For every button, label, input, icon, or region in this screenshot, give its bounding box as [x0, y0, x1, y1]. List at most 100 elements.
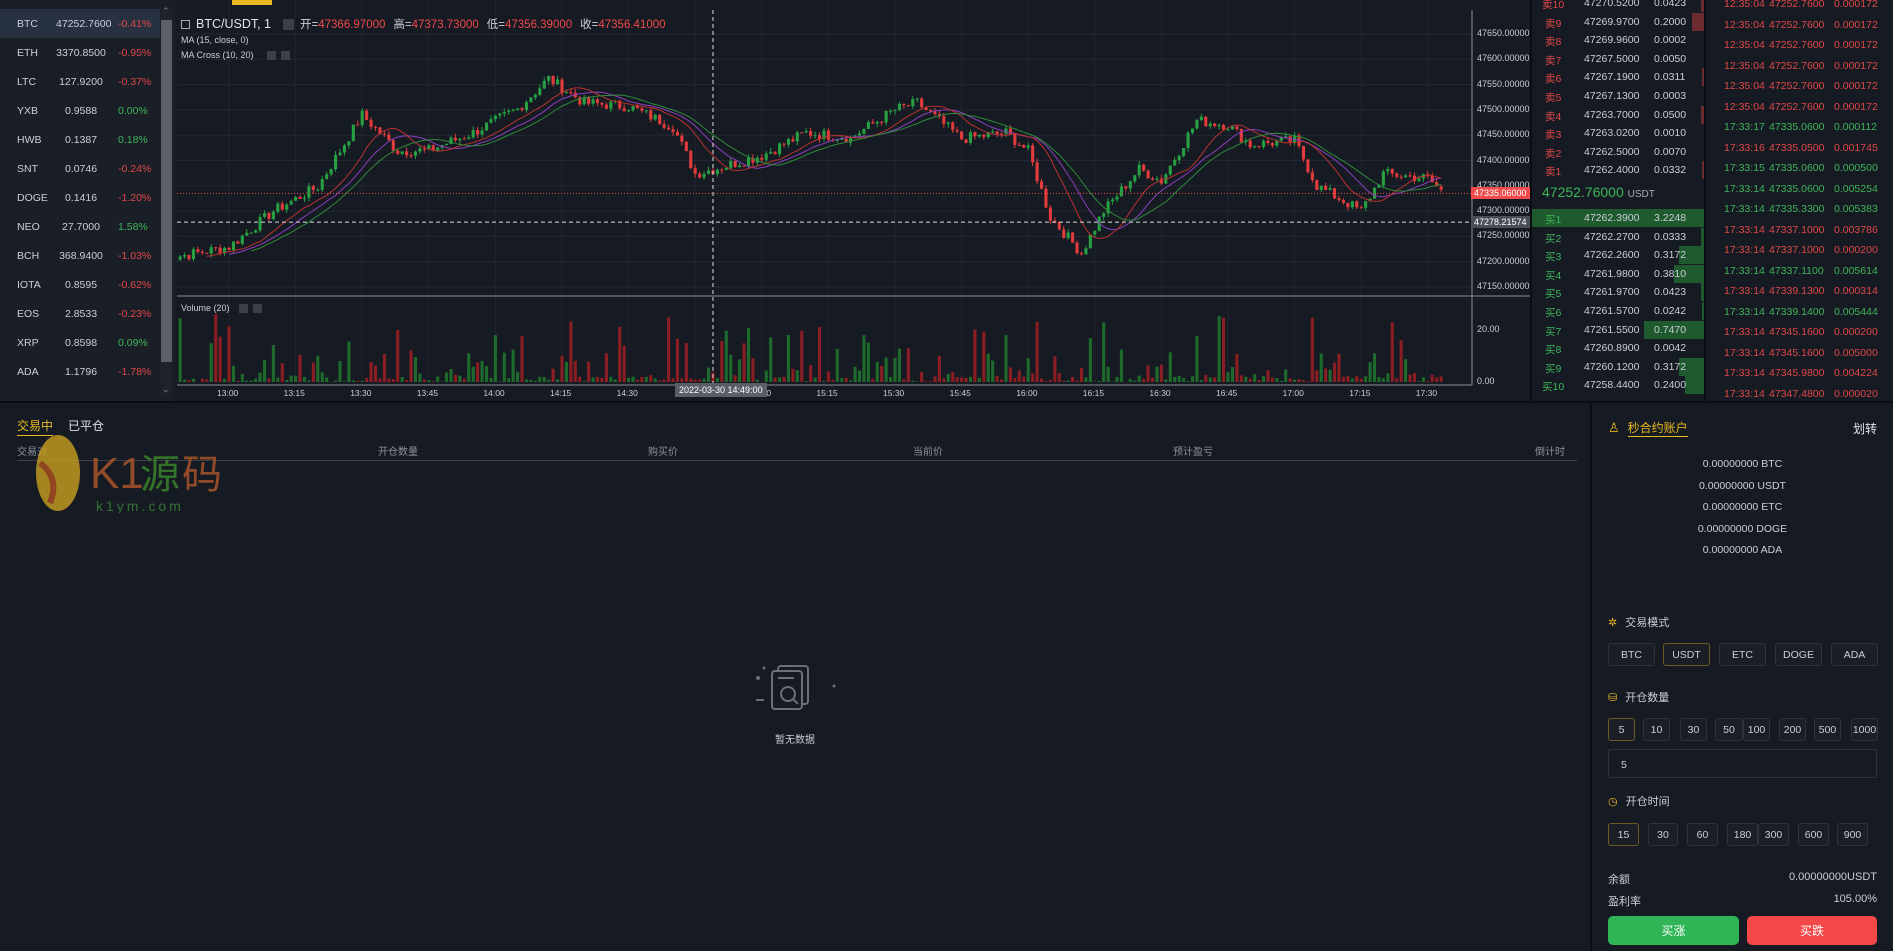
market-row-neo[interactable]: NEO 27.7000 1.58% [0, 212, 160, 241]
times-option-900[interactable]: 900 [1837, 823, 1868, 846]
buy-down-button[interactable]: 买跌 [1747, 916, 1877, 945]
candle-body [1044, 188, 1048, 208]
amounts-option-500[interactable]: 500 [1814, 718, 1841, 741]
settings-icon[interactable] [283, 18, 295, 30]
market-row-doge[interactable]: DOGE 0.1416 -1.20% [0, 183, 160, 212]
close-icon[interactable] [252, 303, 262, 313]
ask-row[interactable]: 卖10 47270.5200 0.0423 [1532, 0, 1704, 12]
tab-closed[interactable]: 已平仓 [68, 417, 104, 434]
bid-row[interactable]: 买3 47262.2600 0.3172 [1532, 246, 1704, 265]
volume-bar [369, 362, 373, 382]
trade-time: 12:35:04 [1724, 59, 1765, 72]
candle-body [413, 151, 418, 156]
market-row-btc[interactable]: BTC 47252.7600 -0.41% [0, 9, 160, 38]
ask-row[interactable]: 卖1 47262.4000 0.0332 [1532, 161, 1704, 180]
level-label: 买7 [1545, 325, 1562, 338]
time-tick-label: 13:00 [217, 388, 239, 398]
chart-canvas[interactable] [160, 0, 1530, 402]
amounts-option-5[interactable]: 5 [1608, 718, 1635, 741]
settings-icon[interactable] [266, 50, 276, 60]
volume-bar [1102, 322, 1106, 382]
trade-price: 47339.1400 [1769, 305, 1825, 318]
bid-row[interactable]: 买8 47260.8900 0.0042 [1532, 339, 1704, 358]
volume-bar [1057, 373, 1061, 382]
times-option-300[interactable]: 300 [1758, 823, 1789, 846]
modes-option-ADA[interactable]: ADA [1831, 643, 1878, 666]
buy-up-button[interactable]: 买涨 [1608, 916, 1739, 945]
times-option-600[interactable]: 600 [1798, 823, 1829, 846]
bid-row[interactable]: 买10 47258.4400 0.2400 [1532, 376, 1704, 395]
market-row-ltc[interactable]: LTC 127.9200 -0.37% [0, 67, 160, 96]
bid-row[interactable]: 买9 47260.1200 0.3172 [1532, 357, 1704, 376]
amount-input[interactable]: 5 [1608, 749, 1877, 778]
ask-row[interactable]: 卖5 47267.1300 0.0003 [1532, 87, 1704, 105]
market-change: 0.00% [118, 104, 148, 117]
settings-icon[interactable] [238, 303, 248, 313]
market-row-iota[interactable]: IOTA 0.8595 -0.62% [0, 270, 160, 299]
price-chart[interactable]: BTC/USDT, 1 开=47366.97000 高=47373.73000 低=… [160, 0, 1530, 402]
ask-row[interactable]: 卖9 47269.9700 0.2000 [1532, 12, 1704, 31]
market-row-eth[interactable]: ETH 3370.8500 -0.95% [0, 38, 160, 67]
trade-amount: 0.000172 [1834, 18, 1878, 31]
volume-bar [804, 381, 808, 382]
bid-row[interactable]: 买6 47261.5700 0.0242 [1532, 302, 1704, 320]
modes-option-BTC[interactable]: BTC [1608, 643, 1655, 666]
amounts-option-1000[interactable]: 1000 [1851, 718, 1878, 741]
market-row-eos[interactable]: EOS 2.8533 -0.23% [0, 299, 160, 328]
market-row-hwb[interactable]: HWB 0.1387 0.18% [0, 125, 160, 154]
study-ma-cross-label: MA Cross (10, 20) [181, 50, 254, 60]
bid-row[interactable]: 买2 47262.2700 0.0333 [1532, 227, 1704, 246]
bid-row[interactable]: 买7 47261.5500 0.7470 [1532, 320, 1704, 339]
candle [573, 88, 577, 99]
times-option-60[interactable]: 60 [1687, 823, 1718, 846]
amounts-option-10[interactable]: 10 [1643, 718, 1670, 741]
market-row-snt[interactable]: SNT 0.0746 -0.24% [0, 154, 160, 183]
market-row-ada[interactable]: ADA 1.1796 -1.78% [0, 357, 160, 386]
modes-option-ETC[interactable]: ETC [1719, 643, 1766, 666]
ask-row[interactable]: 卖8 47269.9600 0.0002 [1532, 31, 1704, 49]
modes-option-USDT[interactable]: USDT [1663, 643, 1710, 666]
scroll-up-icon[interactable]: ⌃ [162, 6, 170, 17]
balance-line: 0.00000000 DOGE [1697, 522, 1788, 535]
close-icon[interactable] [280, 50, 290, 60]
market-row-yxb[interactable]: YXB 0.9588 0.00% [0, 96, 160, 125]
bid-row[interactable]: 买1 47262.3900 3.2248 [1532, 209, 1704, 227]
times-option-180[interactable]: 180 [1727, 823, 1758, 846]
ask-row[interactable]: 卖3 47263.0200 0.0010 [1532, 124, 1704, 143]
candle-body [893, 109, 897, 111]
ask-row[interactable]: 卖2 47262.5000 0.0070 [1532, 142, 1704, 161]
amounts-option-50[interactable]: 50 [1715, 718, 1743, 741]
times-option-15[interactable]: 15 [1608, 823, 1639, 846]
amounts-option-100[interactable]: 100 [1743, 718, 1770, 741]
level-label: 买1 [1545, 214, 1562, 226]
market-row-xrp[interactable]: XRP 0.8598 0.09% [0, 328, 160, 357]
amounts-option-200[interactable]: 200 [1779, 718, 1806, 741]
ask-row[interactable]: 卖4 47263.7000 0.0500 [1532, 105, 1704, 124]
candle [631, 105, 635, 113]
ask-row[interactable]: 卖7 47267.5000 0.0050 [1532, 49, 1704, 68]
candle [1293, 132, 1297, 146]
scroll-down-icon[interactable]: ⌄ [162, 384, 170, 395]
volume-bar [1239, 375, 1243, 382]
collapse-icon[interactable] [181, 19, 190, 29]
volume-bar [942, 378, 946, 382]
time-tick-label: 16:15 [1082, 388, 1105, 398]
candle [1364, 200, 1368, 212]
ask-row[interactable]: 卖6 47267.1900 0.0311 [1532, 68, 1704, 87]
amounts-option-30[interactable]: 30 [1680, 718, 1707, 741]
price-tick-label: 47600.00000 [1477, 53, 1530, 64]
transfer-link[interactable]: 划转 [1853, 420, 1877, 437]
volume-bar [307, 380, 311, 382]
candle-body [334, 155, 338, 170]
scrollbar-thumb[interactable] [161, 20, 172, 362]
volume-bar [1297, 379, 1301, 382]
market-row-bch[interactable]: BCH 368.9400 -1.03% [0, 241, 160, 270]
volume-bar [729, 354, 733, 382]
volume-bar [1035, 321, 1039, 382]
bid-row[interactable]: 买5 47261.9700 0.0423 [1532, 283, 1704, 302]
modes-option-DOGE[interactable]: DOGE [1775, 643, 1822, 666]
times-option-30[interactable]: 30 [1648, 823, 1678, 846]
bid-row[interactable]: 买4 47261.9800 0.3810 [1532, 264, 1704, 283]
account-title[interactable]: 秒合约账户 [1627, 419, 1688, 437]
candle-body [1324, 185, 1328, 190]
